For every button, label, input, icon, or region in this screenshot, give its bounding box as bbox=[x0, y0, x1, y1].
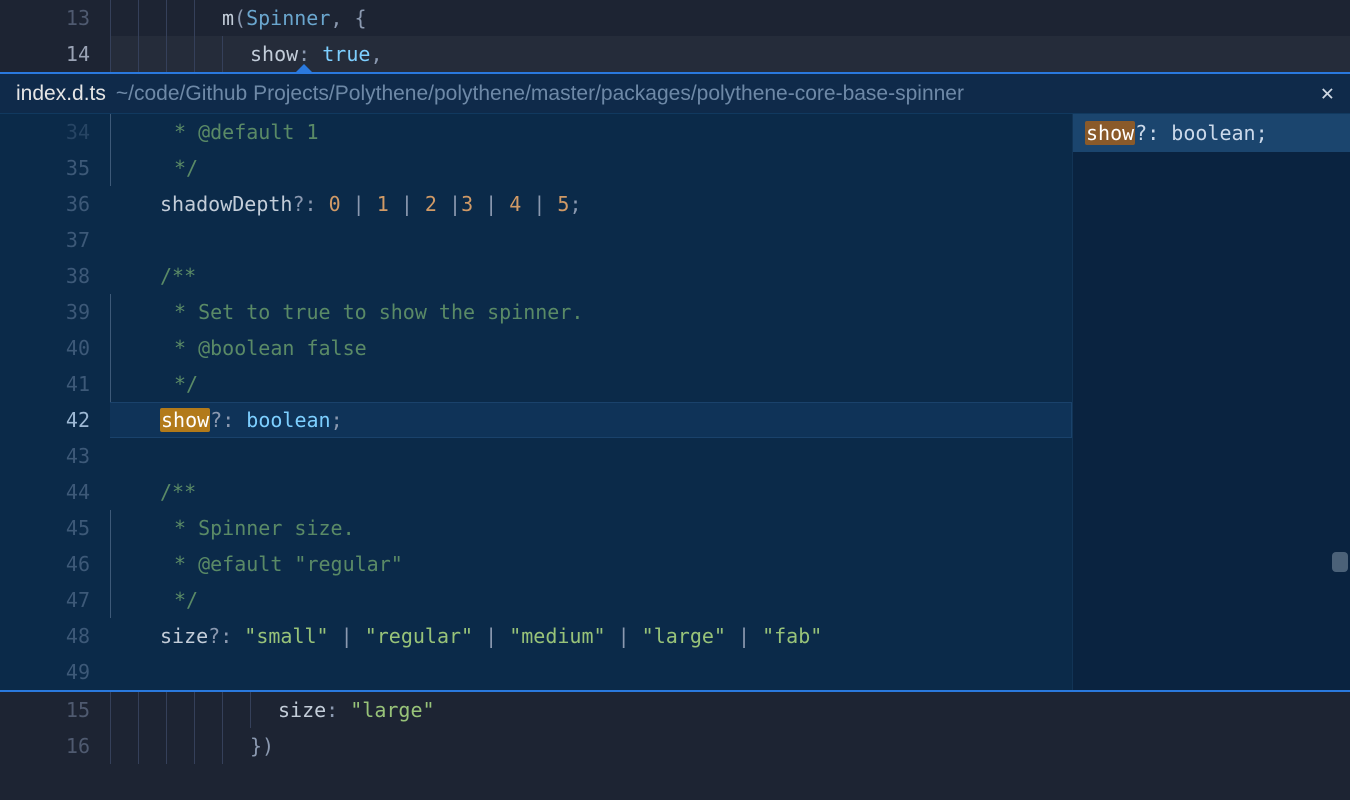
line-number: 40 bbox=[0, 330, 110, 366]
peek-code-line[interactable]: 41 */ bbox=[0, 366, 1072, 402]
peek-code-pane[interactable]: 34 * @default 1 35 */ 36 shadowDepth?: 0… bbox=[0, 114, 1072, 690]
code-content: * @boolean false bbox=[174, 330, 367, 366]
peek-code-line[interactable]: 36 shadowDepth?: 0 | 1 | 2 |3 | 4 | 5; bbox=[0, 186, 1072, 222]
code-content: */ bbox=[174, 150, 198, 186]
line-number: 37 bbox=[0, 222, 110, 258]
peek-pointer-icon bbox=[295, 64, 313, 73]
peek-code-line[interactable]: 49 bbox=[0, 654, 1072, 690]
code-editor-root: 13 m(Spinner, { 14 show: true, index.d.t… bbox=[0, 0, 1350, 800]
code-content: }) bbox=[250, 728, 274, 764]
line-number: 43 bbox=[0, 438, 110, 474]
code-content: /** bbox=[160, 474, 196, 510]
peek-header: index.d.ts ~/code/Github Projects/Polyth… bbox=[0, 74, 1350, 114]
code-line[interactable]: 15 size: "large" bbox=[0, 692, 1350, 728]
peek-code-line[interactable]: 45 * Spinner size. bbox=[0, 510, 1072, 546]
line-number: 36 bbox=[0, 186, 110, 222]
code-line[interactable]: 14 show: true, bbox=[0, 36, 1350, 72]
code-content: show?: boolean; bbox=[160, 402, 343, 438]
line-number: 41 bbox=[0, 366, 110, 402]
peek-filepath: ~/code/Github Projects/Polythene/polythe… bbox=[116, 82, 964, 106]
peek-code-line[interactable]: 38 /** bbox=[0, 258, 1072, 294]
line-number: 15 bbox=[0, 692, 110, 728]
line-number: 16 bbox=[0, 728, 110, 764]
peek-reference-list[interactable]: show?: boolean; bbox=[1072, 114, 1350, 690]
reference-rest: ?: boolean; bbox=[1135, 121, 1267, 145]
peek-filename[interactable]: index.d.ts bbox=[16, 82, 106, 106]
line-number: 34 bbox=[0, 114, 110, 150]
peek-body: 34 * @default 1 35 */ 36 shadowDepth?: 0… bbox=[0, 114, 1350, 690]
peek-code-line[interactable]: 39 * Set to true to show the spinner. bbox=[0, 294, 1072, 330]
bottom-editor-pane[interactable]: 15 size: "large" 16 }) bbox=[0, 692, 1350, 764]
line-number: 46 bbox=[0, 546, 110, 582]
peek-code-line[interactable]: 48 size?: "small" | "regular" | "medium"… bbox=[0, 618, 1072, 654]
close-icon[interactable]: ✕ bbox=[1321, 81, 1334, 106]
peek-code-line[interactable]: 47 */ bbox=[0, 582, 1072, 618]
code-content: size?: "small" | "regular" | "medium" | … bbox=[160, 618, 822, 654]
top-editor-pane[interactable]: 13 m(Spinner, { 14 show: true, bbox=[0, 0, 1350, 72]
peek-border-top bbox=[0, 72, 1350, 74]
code-content: * @efault "regular" bbox=[174, 546, 403, 582]
code-content: * @default 1 bbox=[174, 114, 319, 150]
code-content: */ bbox=[174, 366, 198, 402]
peek-code-line[interactable]: 42 show?: boolean; bbox=[0, 402, 1072, 438]
code-content: * Spinner size. bbox=[174, 510, 355, 546]
line-number: 45 bbox=[0, 510, 110, 546]
scrollbar-thumb[interactable] bbox=[1332, 552, 1348, 572]
reference-highlight: show bbox=[1085, 121, 1135, 145]
peek-code-line[interactable]: 35 */ bbox=[0, 150, 1072, 186]
code-content: show: true, bbox=[250, 36, 382, 72]
code-content: /** bbox=[160, 258, 196, 294]
line-number: 47 bbox=[0, 582, 110, 618]
peek-code-line[interactable]: 46 * @efault "regular" bbox=[0, 546, 1072, 582]
line-number: 48 bbox=[0, 618, 110, 654]
peek-code-line[interactable]: 40 * @boolean false bbox=[0, 330, 1072, 366]
code-line[interactable]: 13 m(Spinner, { bbox=[0, 0, 1350, 36]
line-number: 35 bbox=[0, 150, 110, 186]
line-number: 42 bbox=[0, 402, 110, 438]
line-number: 14 bbox=[0, 36, 110, 72]
line-number: 38 bbox=[0, 258, 110, 294]
line-number: 44 bbox=[0, 474, 110, 510]
code-content: * Set to true to show the spinner. bbox=[174, 294, 583, 330]
code-line[interactable]: 16 }) bbox=[0, 728, 1350, 764]
line-number: 39 bbox=[0, 294, 110, 330]
peek-code-line[interactable]: 37 bbox=[0, 222, 1072, 258]
code-content: shadowDepth?: 0 | 1 | 2 |3 | 4 | 5; bbox=[160, 186, 582, 222]
code-content: size: "large" bbox=[278, 692, 435, 728]
peek-code-line[interactable]: 43 bbox=[0, 438, 1072, 474]
peek-code-line[interactable]: 34 * @default 1 bbox=[0, 114, 1072, 150]
line-number: 49 bbox=[0, 654, 110, 690]
peek-code-line[interactable]: 44 /** bbox=[0, 474, 1072, 510]
code-content: m(Spinner, { bbox=[222, 0, 367, 36]
code-content: */ bbox=[174, 582, 198, 618]
line-number: 13 bbox=[0, 0, 110, 36]
peek-reference-item[interactable]: show?: boolean; bbox=[1073, 114, 1350, 152]
